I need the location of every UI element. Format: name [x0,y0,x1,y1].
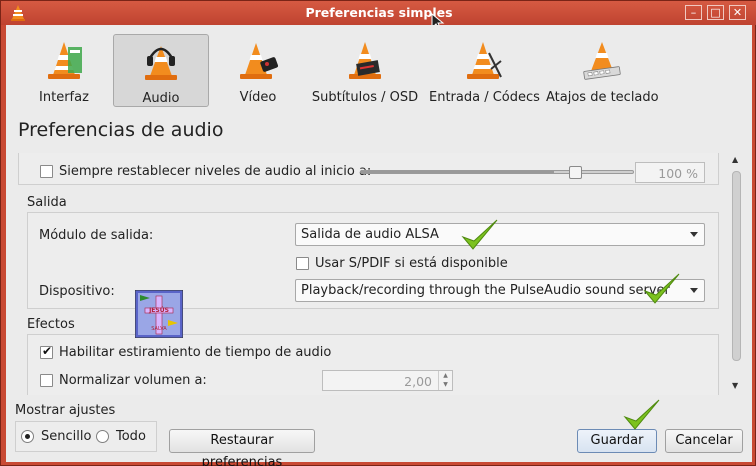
category-label: Subtítulos / OSD [311,90,419,105]
time-stretch-label: Habilitar estiramiento de tiempo de audi… [59,345,332,360]
radio-all-label[interactable]: Todo [116,429,146,444]
preferences-window: Preferencias simples – □ ✕ Interfaz Audi… [0,0,756,466]
category-label: Entrada / Códecs [429,90,540,105]
device-value: Playback/recording through the PulseAudi… [301,283,670,298]
reset-level-value: 100 % [658,166,698,181]
show-settings-title: Mostrar ajustes [15,403,116,418]
vertical-scrollbar[interactable]: ▲ ▼ [729,153,744,395]
scrollbar-thumb[interactable] [732,171,741,361]
dialog-content: Interfaz Audio Vídeo Subtítulos / OSD En… [6,25,752,466]
maximize-button[interactable]: □ [707,5,724,20]
category-label: Atajos de teclado [546,90,659,105]
spin-up-icon: ▲ [443,372,448,379]
spdif-label: Usar S/PDIF si está disponible [315,256,508,271]
sticker-text: SALVA [151,326,167,332]
maximize-icon: □ [710,6,721,19]
reset-levels-label: Siempre restablecer niveles de audio al … [59,164,372,179]
category-label: Audio [142,91,180,106]
output-module-value: Salida de audio ALSA [301,227,439,242]
category-video[interactable]: Vídeo [218,34,298,107]
reset-level-spinbox[interactable]: 100 % [635,162,705,183]
device-label: Dispositivo: [39,284,115,299]
radio-all[interactable] [96,430,109,443]
cancel-button[interactable]: Cancelar [665,429,743,453]
vlc-cone-subtitles-icon [349,42,381,79]
category-label: Interfaz [39,90,89,105]
jesus-sticker-image: JESÚS SALVA [135,290,183,338]
output-group-title: Salida [27,195,67,210]
category-hotkeys[interactable]: Atajos de teclado [546,34,659,107]
output-module-label: Módulo de salida: [39,228,154,243]
spin-down-icon: ▼ [443,381,448,388]
effects-group-title: Efectos [27,317,75,332]
chevron-down-icon [690,232,698,237]
check-mark-icon [643,273,680,304]
vlc-cone-interface-icon [48,42,82,79]
radio-simple[interactable] [21,430,34,443]
chevron-down-icon [690,288,698,293]
vlc-cone-hotkeys-icon [583,42,621,80]
spdif-checkbox[interactable] [296,257,309,270]
reset-level-slider[interactable] [360,170,634,174]
scroll-down-icon[interactable]: ▼ [732,381,738,390]
category-input-codecs[interactable]: Entrada / Códecs [429,34,540,107]
minimize-icon: – [690,6,697,19]
normalize-spinbox[interactable]: 2,00 ▲ ▼ [322,370,453,391]
window-title: Preferencias simples [305,5,453,20]
reset-preferences-button[interactable]: Restaurar preferencias [169,429,315,466]
vlc-cone-headphones-icon [145,46,177,80]
title-bar: Preferencias simples – □ ✕ [1,1,756,31]
scroll-up-icon[interactable]: ▲ [732,155,738,164]
page-title: Preferencias de audio [18,119,224,141]
output-module-select[interactable]: Salida de audio ALSA [295,223,705,246]
reset-level-slider-handle[interactable] [569,166,582,179]
spin-buttons[interactable]: ▲ ▼ [438,371,452,390]
time-stretch-checkbox[interactable] [40,344,53,359]
category-audio[interactable]: Audio [113,34,209,107]
close-button[interactable]: ✕ [729,5,746,20]
settings-panel: Siempre restablecer niveles de audio al … [18,153,744,395]
reset-levels-checkbox[interactable] [40,165,53,178]
category-subtitles[interactable]: Subtítulos / OSD [310,34,420,107]
normalize-value: 2,00 [404,374,432,389]
category-interfaz[interactable]: Interfaz [25,34,103,107]
sticker-text: JESÚS [148,307,169,314]
radio-simple-label[interactable]: Sencillo [41,429,91,444]
check-mark-icon [461,219,498,250]
check-mark-icon [623,399,660,430]
normalize-checkbox[interactable] [40,374,53,387]
minimize-button[interactable]: – [685,5,702,20]
slider-fill [361,171,555,173]
normalize-label: Normalizar volumen a: [59,373,207,388]
vlc-cone-video-icon [240,43,279,79]
close-icon: ✕ [732,6,743,19]
vlc-cone-codecs-icon [467,42,502,79]
category-label: Vídeo [239,90,277,105]
